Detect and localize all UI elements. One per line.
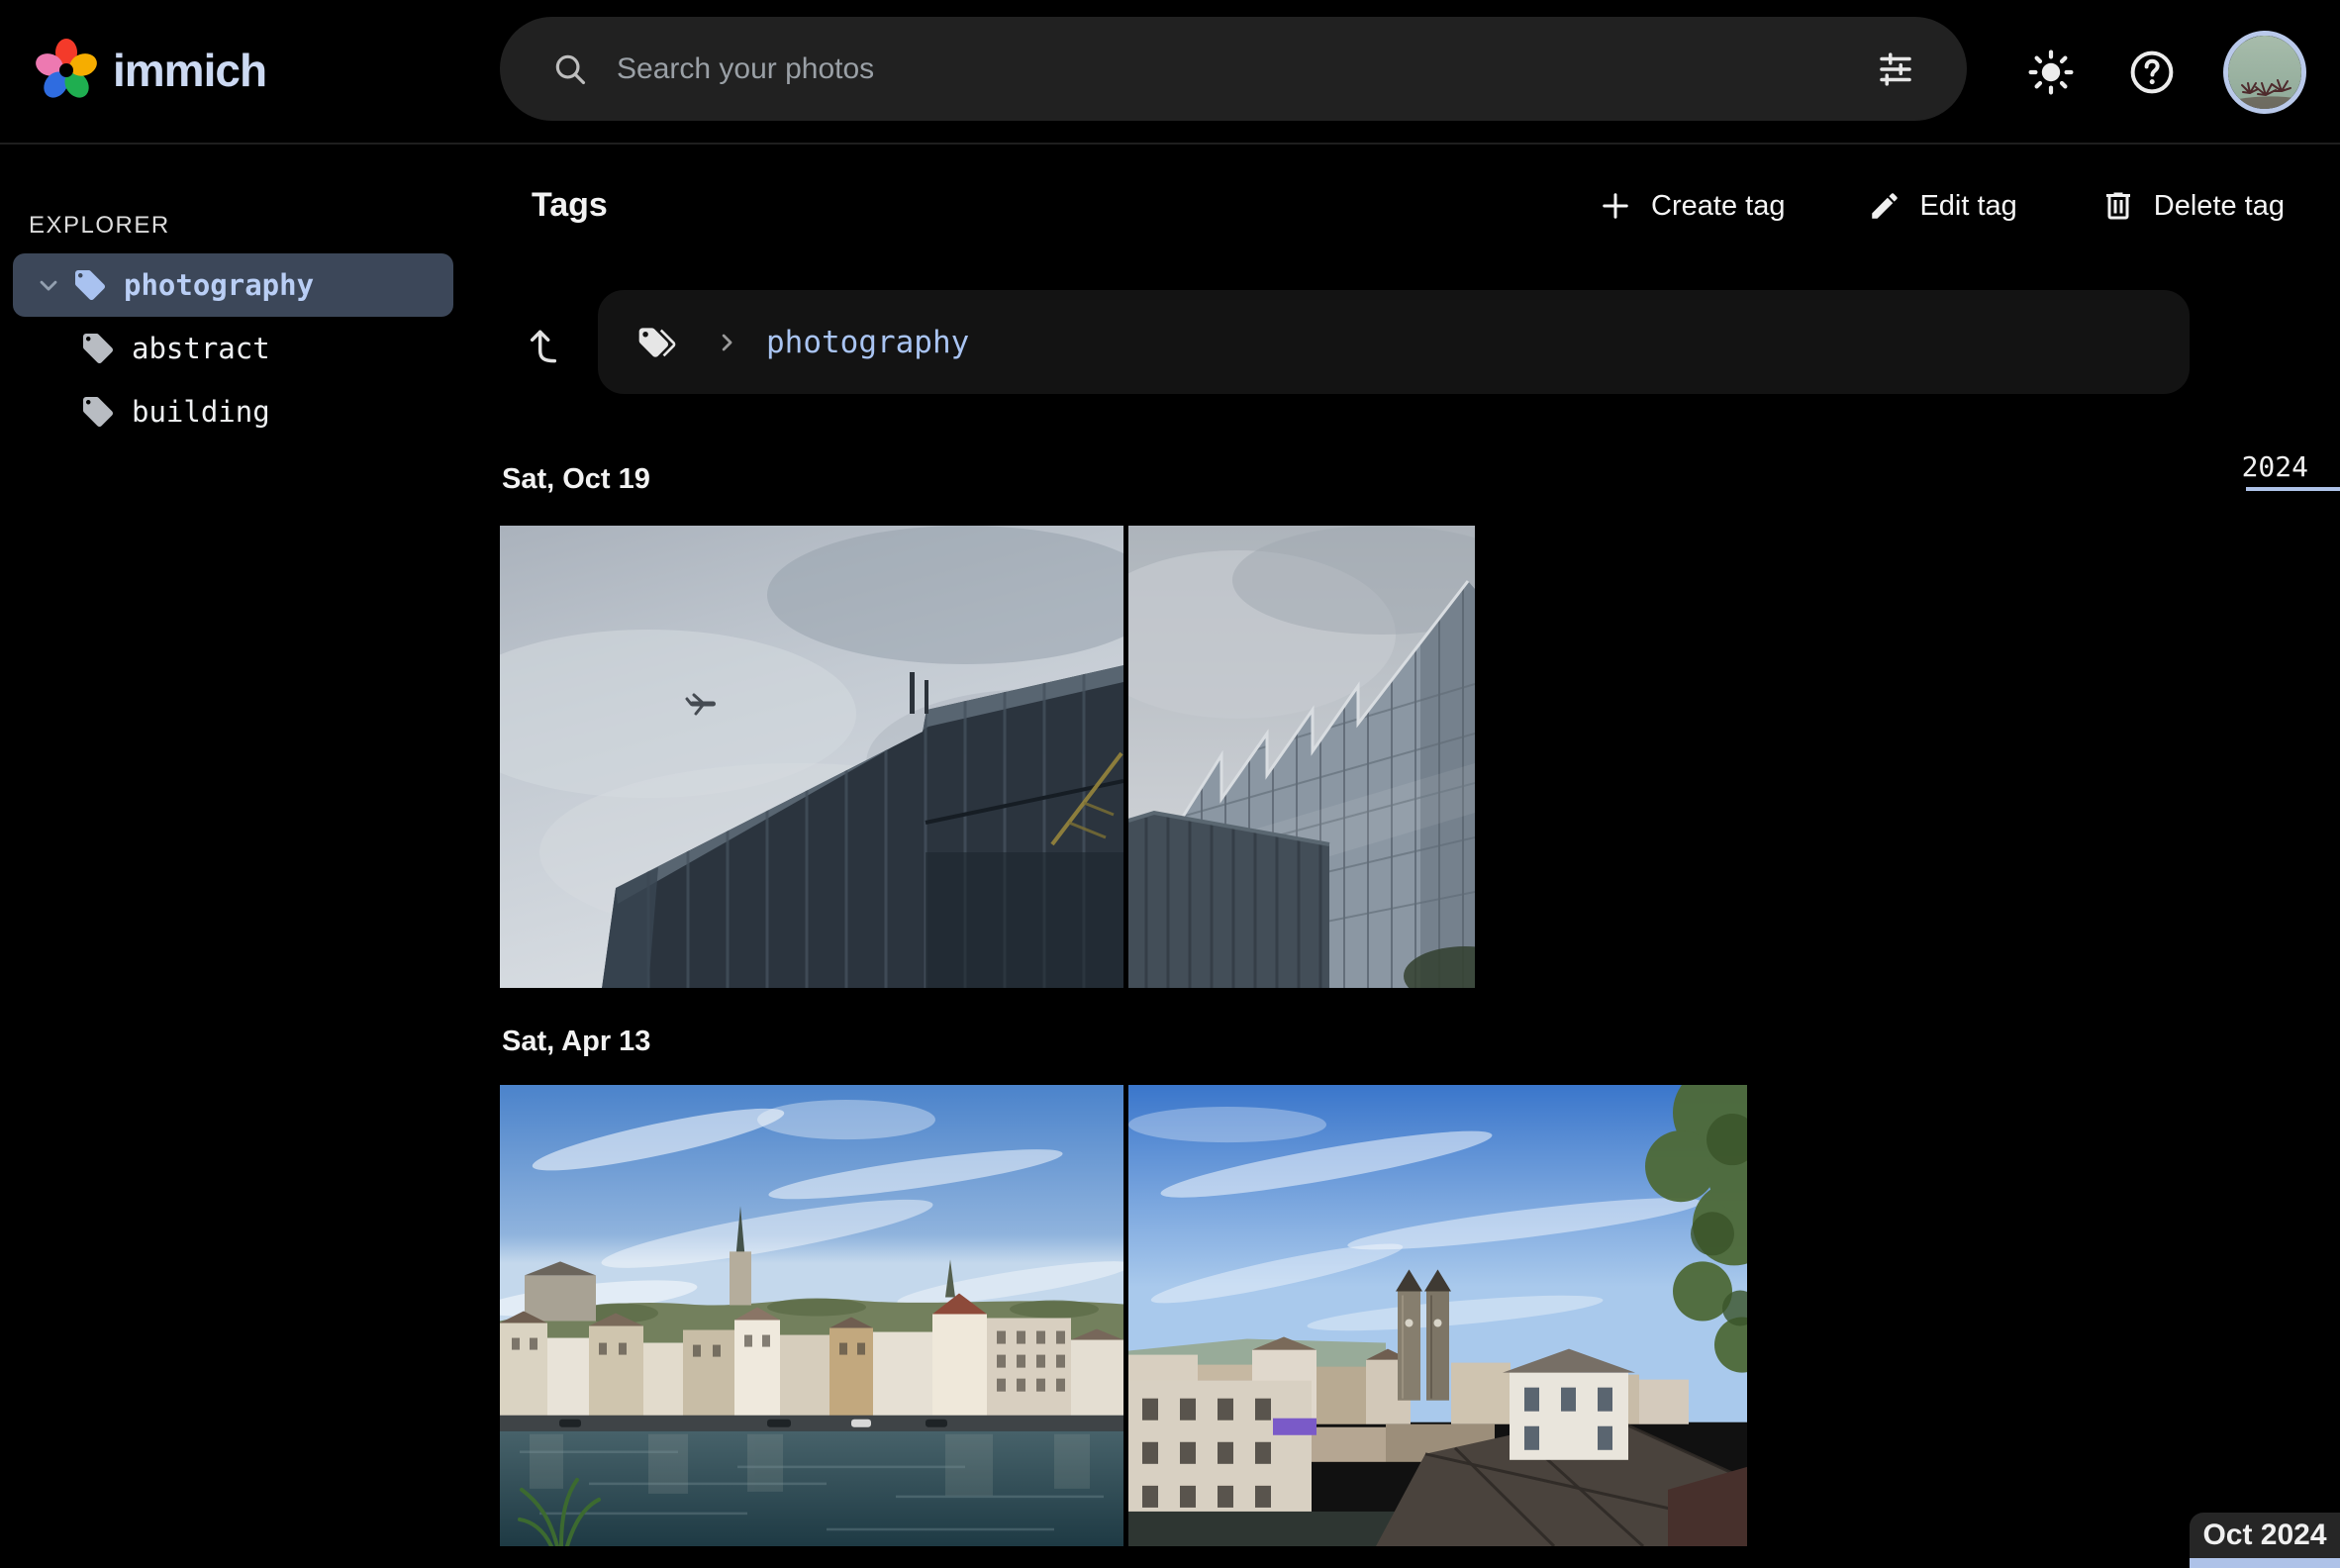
tag-icon bbox=[80, 331, 116, 366]
sidebar-item-label: abstract bbox=[132, 332, 270, 365]
help-icon bbox=[2127, 48, 2177, 97]
user-avatar[interactable] bbox=[2223, 31, 2306, 114]
immich-flower-icon bbox=[34, 38, 99, 103]
navigate-up-button[interactable] bbox=[514, 315, 577, 378]
page-title: Tags bbox=[532, 186, 608, 225]
edit-tag-label: Edit tag bbox=[1919, 190, 2016, 223]
topbar-right bbox=[2021, 0, 2306, 145]
scrubber-position-line bbox=[2190, 1558, 2340, 1568]
photo-thumbnail[interactable] bbox=[1128, 526, 1475, 988]
search-bar bbox=[500, 17, 1967, 121]
scrubber-month-label: Oct 2024 bbox=[2190, 1513, 2340, 1558]
plus-icon bbox=[1598, 188, 1633, 224]
tag-tree: photography abstract building bbox=[0, 253, 500, 443]
photo-riverfront bbox=[500, 1085, 1123, 1546]
immich-logo[interactable]: immich bbox=[34, 38, 266, 103]
chevron-down-icon bbox=[35, 271, 62, 299]
timeline-scrubber-handle[interactable]: Oct 2024 bbox=[2190, 1513, 2340, 1568]
sidebar-item-photography[interactable]: photography bbox=[13, 253, 453, 317]
theme-toggle-button[interactable] bbox=[2021, 43, 2081, 102]
sidebar-item-building[interactable]: building bbox=[13, 380, 453, 443]
tags-icon bbox=[635, 321, 679, 364]
tag-actions: Create tag Edit tag Delete tag bbox=[1584, 178, 2298, 234]
help-button[interactable] bbox=[2122, 43, 2182, 102]
photo-grossmuenster bbox=[1128, 1085, 1747, 1546]
arrow-up-left-icon bbox=[522, 323, 569, 370]
tag-icon bbox=[80, 394, 116, 430]
pencil-icon bbox=[1868, 189, 1901, 223]
search-icon bbox=[551, 50, 589, 88]
edit-tag-button[interactable]: Edit tag bbox=[1854, 179, 2030, 233]
tune-icon bbox=[1875, 49, 1916, 90]
sidebar-item-abstract[interactable]: abstract bbox=[13, 317, 453, 380]
timeline-scrubber[interactable]: 2024 bbox=[2182, 450, 2340, 496]
create-tag-button[interactable]: Create tag bbox=[1584, 178, 1799, 234]
date-group-header: Sat, Apr 13 bbox=[502, 1026, 650, 1058]
sidebar-item-label: building bbox=[132, 395, 270, 429]
search-filter-button[interactable] bbox=[1868, 42, 1923, 97]
photo-thumbnail[interactable] bbox=[1128, 1085, 1747, 1546]
photo-plane-building bbox=[500, 526, 1123, 988]
breadcrumb-current-tag[interactable]: photography bbox=[766, 325, 969, 360]
date-group-header: Sat, Oct 19 bbox=[502, 463, 650, 496]
app-title: immich bbox=[113, 44, 266, 97]
delete-tag-label: Delete tag bbox=[2154, 190, 2285, 223]
topbar: immich bbox=[0, 0, 2340, 145]
create-tag-label: Create tag bbox=[1651, 190, 1785, 223]
breadcrumb: photography bbox=[598, 290, 2190, 394]
tag-icon bbox=[72, 267, 108, 303]
photo-thumbnail[interactable] bbox=[500, 526, 1123, 988]
avatar-photo bbox=[2228, 36, 2301, 109]
sidebar-item-label: photography bbox=[124, 268, 314, 302]
scrubber-year-label: 2024 bbox=[2242, 450, 2308, 483]
photo-sawtooth-building bbox=[1128, 526, 1475, 988]
chevron-right-icon bbox=[713, 329, 740, 356]
search-input[interactable] bbox=[617, 52, 1868, 86]
explorer-section-label: EXPLORER bbox=[29, 212, 170, 240]
photo-thumbnail[interactable] bbox=[500, 1085, 1123, 1546]
trash-icon bbox=[2100, 188, 2136, 224]
scrubber-year-tick bbox=[2246, 487, 2340, 491]
sun-icon bbox=[2027, 49, 2075, 96]
sidebar: EXPLORER photography abstract bbox=[0, 147, 500, 1568]
delete-tag-button[interactable]: Delete tag bbox=[2087, 178, 2298, 234]
immich-app: immich bbox=[0, 0, 2340, 1568]
